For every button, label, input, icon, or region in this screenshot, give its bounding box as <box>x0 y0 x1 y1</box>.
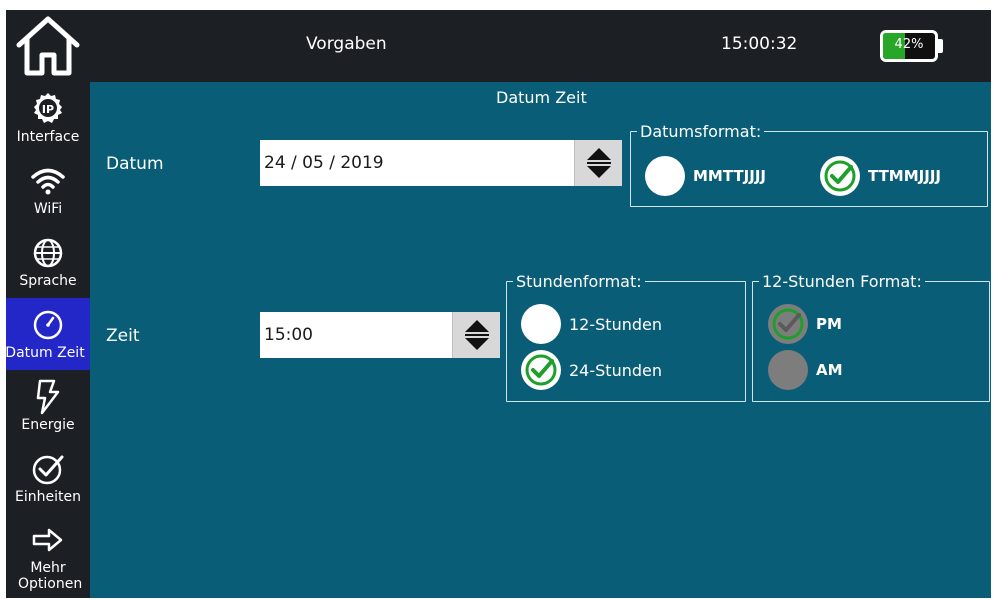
date-spinner[interactable]: 24 / 05 / 2019 <box>260 140 622 186</box>
screen: Vorgaben 15:00:32 42% IP Interface WiFi … <box>6 10 991 598</box>
radio-label: AM <box>816 361 843 379</box>
radio-circle <box>645 156 685 196</box>
sidebar-item-mehr-optionen[interactable]: Mehr Optionen <box>6 514 90 598</box>
up-down-arrows-icon <box>586 148 611 178</box>
sidebar-item-energie[interactable]: Energie <box>6 370 90 442</box>
group-legend: Stundenformat: <box>516 272 642 291</box>
checkmark-icon <box>824 160 856 192</box>
home-button[interactable] <box>6 10 90 82</box>
date-label: Datum <box>106 154 164 174</box>
sidebar-item-label: Einheiten <box>15 489 81 505</box>
group-legend: Datumsformat: <box>640 122 762 141</box>
sidebar: IP Interface WiFi Sprache Datum Zeit Ene… <box>6 82 90 598</box>
clock: 15:00:32 <box>721 34 798 54</box>
time-value: 15:00 <box>264 325 313 345</box>
sidebar-item-datum-zeit[interactable]: Datum Zeit <box>6 298 90 370</box>
radio-circle <box>521 304 561 344</box>
radio-ttmmjjjj[interactable]: TTMMJJJJ <box>820 156 941 196</box>
check-circle-icon <box>32 455 64 485</box>
sidebar-item-interface[interactable]: IP Interface <box>6 82 90 154</box>
svg-text:IP: IP <box>42 103 54 116</box>
time-label: Zeit <box>106 326 140 346</box>
battery-indicator: 42% <box>880 30 938 62</box>
date-value: 24 / 05 / 2019 <box>264 153 384 173</box>
sidebar-item-label: Mehr Optionen <box>18 560 83 592</box>
radio-label: MMTTJJJJ <box>693 167 766 185</box>
lightning-icon <box>36 379 60 415</box>
checkmark-icon <box>772 308 804 340</box>
page-title: Datum Zeit <box>496 88 587 107</box>
sidebar-item-label: Interface <box>16 129 80 145</box>
radio-circle-checked <box>768 304 808 344</box>
sidebar-item-label: WiFi <box>33 201 63 217</box>
sidebar-item-einheiten[interactable]: Einheiten <box>6 442 90 514</box>
clock-icon <box>33 310 63 340</box>
globe-icon <box>33 238 63 268</box>
time-spinner[interactable]: 15:00 <box>260 312 500 358</box>
time-stepper-buttons[interactable] <box>452 312 500 358</box>
radio-mmttjjjj[interactable]: MMTTJJJJ <box>645 156 766 196</box>
radio-label: PM <box>816 315 842 333</box>
group-legend: 12-Stunden Format: <box>762 272 922 291</box>
sidebar-item-wifi[interactable]: WiFi <box>6 154 90 226</box>
checkmark-icon <box>525 354 557 386</box>
sidebar-item-label: Energie <box>21 417 75 433</box>
sidebar-item-sprache[interactable]: Sprache <box>6 226 90 298</box>
wifi-icon <box>31 168 65 195</box>
sidebar-item-label: Sprache <box>19 273 77 289</box>
screen-title: Vorgaben <box>306 34 387 54</box>
radio-label: TTMMJJJJ <box>868 167 941 185</box>
home-icon <box>16 16 80 76</box>
top-bar: Vorgaben 15:00:32 42% <box>6 10 991 82</box>
radio-12-stunden[interactable]: 12-Stunden <box>521 304 662 344</box>
battery-percentage: 42% <box>894 37 924 52</box>
ip-icon: IP <box>34 93 62 123</box>
radio-circle-checked <box>820 156 860 196</box>
arrow-right-icon <box>32 528 63 552</box>
radio-label: 24-Stunden <box>569 360 662 380</box>
radio-am[interactable]: AM <box>768 350 843 390</box>
up-down-arrows-icon <box>464 320 489 350</box>
battery-tip <box>938 39 943 53</box>
date-stepper-buttons[interactable] <box>574 140 622 186</box>
radio-circle-checked <box>521 350 561 390</box>
radio-24-stunden[interactable]: 24-Stunden <box>521 350 662 390</box>
radio-label: 12-Stunden <box>569 314 662 334</box>
radio-circle <box>768 350 808 390</box>
sidebar-item-label: Datum Zeit <box>6 345 85 361</box>
radio-pm[interactable]: PM <box>768 304 842 344</box>
